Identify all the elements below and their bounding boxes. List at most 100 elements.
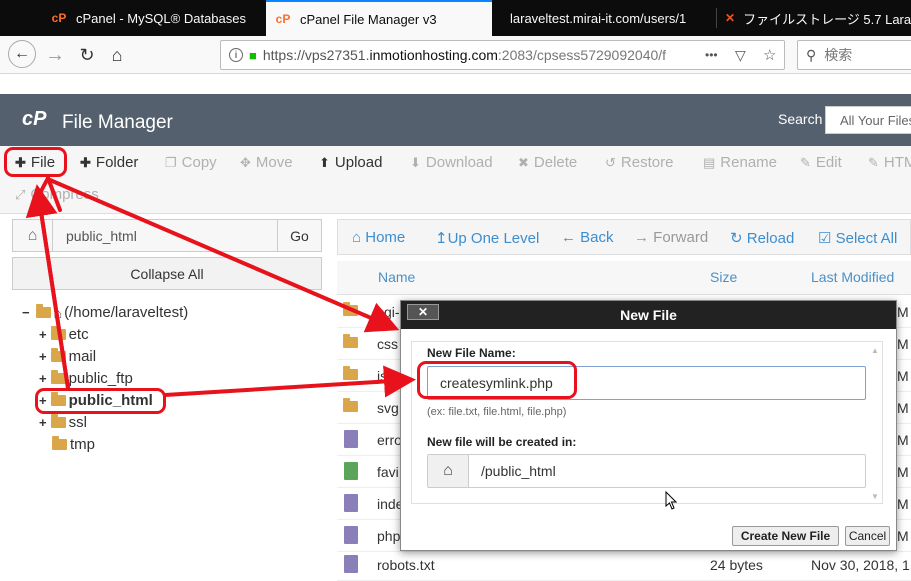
upload-icon: ⬆ (319, 154, 330, 170)
forward-button[interactable]: → Forward (634, 229, 708, 246)
browser-tab-bar: cP cPanel - MySQL® Databases cP cPanel Fil… (0, 0, 911, 36)
close-icon[interactable]: ✕ (407, 304, 439, 320)
tree-root[interactable]: − ⌂ (/home/laraveltest) (22, 304, 188, 321)
edit-button[interactable]: ✎ Edit (800, 154, 842, 171)
download-button[interactable]: ⬇ Download (410, 154, 493, 171)
copy-icon: ❐ (165, 154, 177, 170)
info-icon[interactable]: i (229, 48, 243, 62)
restore-button[interactable]: ↺ Restore (605, 154, 673, 171)
go-button[interactable]: Go (277, 220, 321, 251)
bookmark-star-icon[interactable]: ☆ (763, 46, 776, 64)
folder-icon (50, 414, 66, 428)
level-up-icon: ↥ (435, 230, 448, 247)
navigation-bar: ← → ↻ ⌂ i ■ https://vps27351. inmotionhos… (0, 36, 911, 74)
up-one-level-button[interactable]: ↥Up One Level (435, 229, 539, 247)
html-edit-icon: ✎ (868, 154, 879, 170)
forward-arrow-icon[interactable]: → (42, 42, 68, 68)
cpanel-icon: cP (275, 12, 291, 26)
upload-button[interactable]: ⬆ Upload (319, 154, 382, 171)
tree-item-etc[interactable]: + etc (39, 326, 89, 343)
move-button[interactable]: ✥ Move (240, 154, 293, 171)
tree-item-tmp[interactable]: tmp (52, 436, 95, 453)
expand-plus-icon[interactable]: + (39, 349, 47, 364)
path-input-group: ⌂ public_html Go (12, 219, 322, 252)
delete-button[interactable]: ✖ Delete (518, 154, 577, 171)
column-size[interactable]: Size (710, 269, 737, 285)
folder-icon (343, 302, 358, 316)
cpanel-logo-icon: cP (22, 108, 47, 130)
tab-laraveltest[interactable]: laraveltest.mirai-it.com/users/1 (492, 0, 716, 36)
cancel-button[interactable]: Cancel (845, 526, 890, 546)
column-name[interactable]: Name (378, 269, 415, 285)
image-file-icon (344, 462, 358, 480)
reload-button[interactable]: ↻ Reload (730, 229, 794, 247)
browser-search-input[interactable]: ⚲ 検索 (797, 40, 911, 70)
home-icon: ⌂ (428, 455, 469, 487)
folder-icon (343, 398, 358, 412)
table-row[interactable]: robots.txt 24 bytes Nov 30, 2018, 1 (337, 549, 911, 581)
pencil-icon: ✎ (800, 154, 811, 170)
folder-icon (50, 370, 66, 384)
tree-item-public-ftp[interactable]: + public_ftp (39, 370, 133, 387)
search-icon: ⚲ (806, 46, 817, 63)
cpanel-icon: cP (51, 11, 67, 25)
compress-button[interactable]: ⤢ Compress (15, 186, 99, 203)
create-new-file-button[interactable]: Create New File (732, 526, 839, 546)
column-last-modified[interactable]: Last Modified (811, 269, 894, 285)
page-title: File Manager (62, 112, 173, 133)
highlight-file-name (417, 361, 577, 399)
search-scope-select[interactable]: All Your Files (825, 106, 911, 134)
new-folder-button[interactable]: ✚ Folder (80, 154, 138, 171)
home-button[interactable]: ⌂ Home (352, 229, 405, 246)
select-all-button[interactable]: ☑ Select All (818, 229, 897, 247)
tab-file-manager[interactable]: cP cPanel File Manager v3 (266, 0, 492, 36)
pocket-icon[interactable]: ▽ (735, 47, 746, 64)
path-input[interactable]: public_html (54, 220, 277, 251)
tree-item-mail[interactable]: + mail (39, 348, 96, 365)
tree-item-ssl[interactable]: + ssl (39, 414, 87, 431)
folder-icon (343, 366, 358, 380)
laravel-icon: ✕ (725, 11, 736, 25)
expand-plus-icon[interactable]: + (39, 415, 47, 430)
toolbar: ✚ File ✚ Folder ❐ Copy ✥ Move ⬆ Upload ⬇ Downl… (0, 146, 911, 214)
navigation-toolbar: ⌂ Home ↥Up One Level ← Back → Forward ↻ … (337, 219, 911, 255)
document-icon (344, 430, 358, 448)
lock-icon: ■ (249, 47, 257, 63)
tab-mysql[interactable]: cP cPanel - MySQL® Databases (42, 0, 266, 36)
restore-icon: ↺ (605, 154, 616, 170)
move-icon: ✥ (240, 154, 251, 170)
rename-button[interactable]: ▤ Rename (703, 154, 777, 171)
code-file-icon (344, 494, 358, 512)
home-icon: ⌂ (13, 220, 53, 251)
highlight-file-button (4, 147, 67, 177)
home-icon: ⌂ (352, 229, 362, 246)
file-manager-header: cP File Manager Search All Your Files (0, 94, 911, 146)
rename-icon: ▤ (703, 154, 716, 170)
folder-icon (50, 326, 66, 340)
page-actions-icon[interactable]: ••• (705, 48, 718, 62)
copy-button[interactable]: ❐ Copy (165, 154, 217, 171)
folder-open-icon (35, 304, 51, 318)
compress-icon: ⤢ (15, 186, 26, 202)
location-input-group: ⌂ /public_html (427, 454, 866, 488)
expand-plus-icon[interactable]: + (39, 371, 47, 386)
delete-icon: ✖ (518, 154, 529, 170)
plus-icon: ✚ (80, 154, 91, 170)
location-input[interactable]: /public_html (481, 463, 556, 479)
home-icon[interactable]: ⌂ (104, 42, 130, 68)
back-button[interactable]: ← Back (561, 229, 614, 246)
dialog-scrollbar[interactable]: ▲ ▼ (870, 346, 880, 501)
arrow-right-icon: → (634, 229, 649, 246)
collapse-minus-icon[interactable]: − (22, 305, 30, 320)
highlight-public-html (35, 388, 166, 414)
collapse-all-button[interactable]: Collapse All (12, 257, 322, 290)
expand-plus-icon[interactable]: + (39, 327, 47, 342)
folder-icon (343, 334, 358, 348)
url-bar[interactable]: i ■ https://vps27351. inmotionhosting.com… (220, 40, 785, 70)
back-arrow-icon[interactable]: ← (8, 40, 36, 68)
reload-icon[interactable]: ↻ (74, 42, 100, 68)
folder-icon (52, 436, 67, 450)
download-icon: ⬇ (410, 154, 421, 170)
tab-laravel-docs[interactable]: ✕ ファイルストレージ 5.7 Laravel (717, 0, 911, 36)
html-editor-button[interactable]: ✎ HTM (868, 154, 911, 171)
